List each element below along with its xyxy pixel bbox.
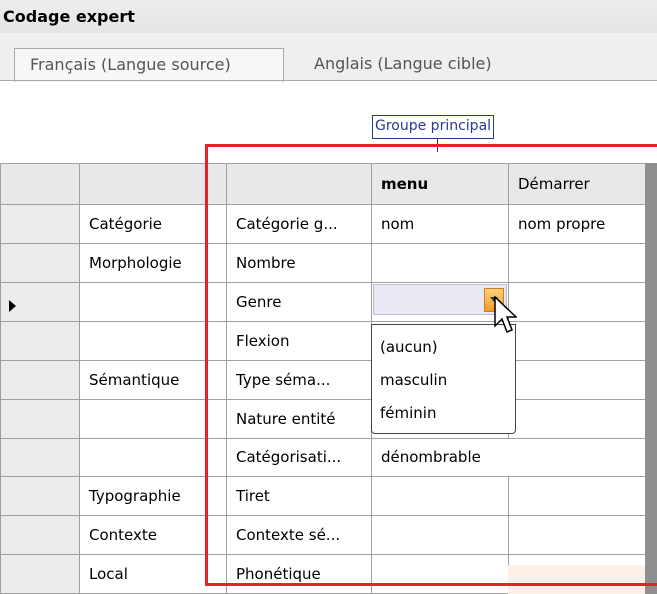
- value-cell[interactable]: [371, 243, 509, 284]
- group-cell: Sémantique: [79, 359, 227, 400]
- row-selector[interactable]: [0, 204, 80, 245]
- cell-tint: [508, 565, 645, 594]
- window-title: Codage expert: [3, 7, 135, 26]
- value-cell[interactable]: [508, 476, 646, 517]
- group-cell: Catégorie: [79, 204, 227, 245]
- table-row[interactable]: Contexte Contexte sé...: [0, 515, 646, 556]
- tab-divider: [0, 80, 657, 81]
- table-row[interactable]: Typographie Tiret: [0, 476, 646, 517]
- value-cell[interactable]: nom propre: [508, 204, 646, 245]
- row-selector[interactable]: [0, 476, 80, 517]
- value-cell[interactable]: [371, 515, 509, 556]
- value-cell[interactable]: [508, 320, 646, 361]
- table-row[interactable]: Nature entité: [0, 398, 646, 439]
- tab-target-language[interactable]: Anglais (Langue cible): [314, 48, 492, 81]
- table-row[interactable]: Catégorie Catégorie g... nom nom propre: [0, 204, 646, 245]
- option-masculin[interactable]: masculin: [380, 371, 447, 389]
- table-row[interactable]: Catégorisati... dénombrable: [0, 437, 646, 478]
- row-selector[interactable]: [0, 243, 80, 284]
- property-cell[interactable]: Phonétique: [226, 554, 372, 594]
- grid-header-row: menu Démarrer: [0, 162, 646, 206]
- table-row[interactable]: Sémantique Type séma...: [0, 359, 646, 400]
- value-cell[interactable]: [508, 282, 646, 322]
- property-cell[interactable]: Contexte sé...: [226, 515, 372, 556]
- property-cell[interactable]: Genre: [226, 282, 372, 322]
- value-cell[interactable]: [508, 243, 646, 284]
- property-cell[interactable]: Type séma...: [226, 359, 372, 400]
- table-row[interactable]: Genre: [0, 282, 646, 322]
- property-cell[interactable]: Flexion: [226, 320, 372, 361]
- group-connector: [437, 138, 438, 152]
- property-cell[interactable]: Nature entité: [226, 398, 372, 439]
- table-row[interactable]: Flexion: [0, 320, 646, 361]
- value-cell[interactable]: [508, 515, 646, 556]
- header-cell-0: [0, 162, 80, 206]
- property-cell[interactable]: Nombre: [226, 243, 372, 284]
- group-cell: [79, 320, 227, 361]
- value-cell[interactable]: [371, 476, 509, 517]
- row-selector[interactable]: [0, 320, 80, 361]
- group-cell: Local: [79, 554, 227, 594]
- row-selector[interactable]: [0, 554, 80, 594]
- option-aucun[interactable]: (aucun): [380, 338, 438, 356]
- group-cell: [79, 282, 227, 322]
- value-cell[interactable]: [508, 359, 646, 400]
- table-row[interactable]: Morphologie Nombre: [0, 243, 646, 284]
- language-tabs: Français (Langue source) Anglais (Langue…: [0, 33, 657, 82]
- group-cell: [79, 398, 227, 439]
- row-selector[interactable]: [0, 359, 80, 400]
- group-cell: [79, 437, 227, 478]
- option-feminin[interactable]: féminin: [380, 404, 436, 422]
- row-selector[interactable]: [0, 515, 80, 556]
- title-bar: Codage expert: [0, 0, 657, 33]
- mouse-pointer-icon: [494, 296, 517, 333]
- tab-source-language[interactable]: Français (Langue source): [14, 48, 284, 82]
- group-cell: Typographie: [79, 476, 227, 517]
- group-cell: Contexte: [79, 515, 227, 556]
- value-cell[interactable]: [371, 554, 509, 594]
- current-row-arrow-icon: [9, 300, 16, 312]
- value-cell[interactable]: nom: [371, 204, 509, 245]
- property-cell[interactable]: Tiret: [226, 476, 372, 517]
- row-selector[interactable]: [0, 398, 80, 439]
- row-selector[interactable]: [0, 437, 80, 478]
- vertical-scrollbar[interactable]: [645, 163, 657, 594]
- group-principal-label[interactable]: Groupe principal: [372, 115, 495, 139]
- column-header-demarrer[interactable]: Démarrer: [508, 162, 646, 206]
- genre-dropdown[interactable]: [373, 284, 507, 315]
- coding-grid: menu Démarrer Catégorie Catégorie g... n…: [0, 162, 646, 594]
- property-cell[interactable]: Catégorisati...: [226, 437, 372, 478]
- value-cell[interactable]: dénombrable: [371, 437, 646, 478]
- genre-options-list: (aucun) masculin féminin: [371, 324, 516, 434]
- header-cell-1: [79, 162, 227, 206]
- group-cell: Morphologie: [79, 243, 227, 284]
- column-header-menu[interactable]: menu: [371, 162, 509, 206]
- header-cell-2: [226, 162, 372, 206]
- value-cell[interactable]: [508, 398, 646, 439]
- property-cell[interactable]: Catégorie g...: [226, 204, 372, 245]
